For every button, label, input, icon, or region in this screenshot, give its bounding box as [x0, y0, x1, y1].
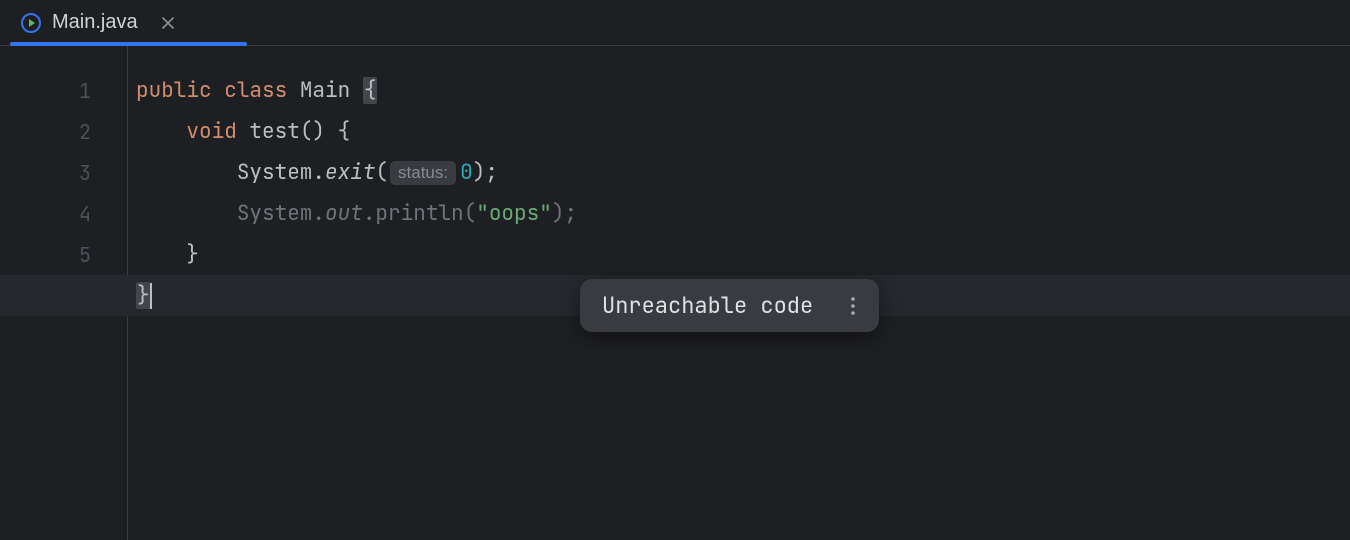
line-number[interactable]: 3: [0, 152, 127, 193]
line-number[interactable]: 5: [0, 234, 127, 275]
parameter-hint: status:: [390, 161, 456, 185]
line-number[interactable]: 1: [0, 70, 127, 111]
tab-bar: Main.java: [0, 0, 1350, 46]
close-icon[interactable]: [158, 13, 178, 33]
line-number[interactable]: 2: [0, 111, 127, 152]
code-line[interactable]: System.exit(status:0);: [128, 152, 1350, 193]
brace-highlight: {: [363, 77, 378, 104]
code-line[interactable]: public class Main {: [128, 70, 1350, 111]
line-number[interactable]: 4: [0, 193, 127, 234]
editor-tab[interactable]: Main.java: [0, 0, 194, 45]
code-line[interactable]: void test() {: [128, 111, 1350, 152]
inspection-tooltip: Unreachable code: [580, 279, 879, 332]
java-run-icon: [20, 12, 42, 34]
tooltip-message: Unreachable code: [602, 291, 813, 320]
tab-filename: Main.java: [52, 11, 138, 34]
more-vertical-icon[interactable]: [841, 294, 865, 318]
code-line[interactable]: }: [128, 234, 1350, 275]
code-area[interactable]: public class Main { void test() { System…: [128, 46, 1350, 540]
code-line[interactable]: System.out.println("oops");: [128, 193, 1350, 234]
text-cursor: [150, 283, 152, 309]
brace-highlight: }: [136, 282, 151, 309]
editor: 1 2 3 4 5 6 public class Main { void tes…: [0, 46, 1350, 540]
